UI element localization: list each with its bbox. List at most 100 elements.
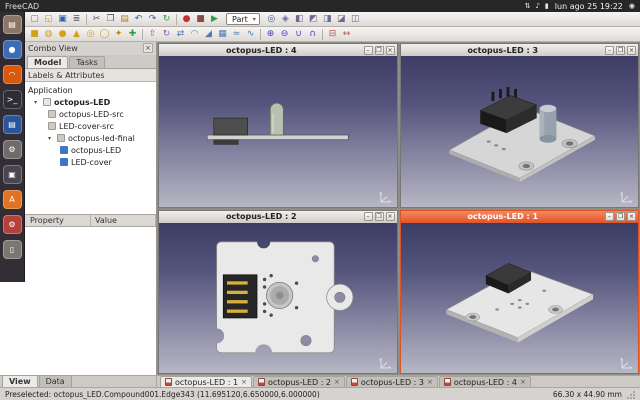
tab-view[interactable]: View <box>2 375 38 387</box>
power-icon[interactable]: ◉ <box>629 2 635 10</box>
network-icon[interactable]: ⇅ <box>525 2 531 10</box>
new-document-icon[interactable]: ▢ <box>28 13 41 26</box>
chamfer-icon[interactable]: ◢ <box>202 28 215 41</box>
tab-model[interactable]: Model <box>27 56 68 68</box>
bottom-view-icon[interactable]: ◫ <box>349 13 362 26</box>
viewport-3d[interactable] <box>401 56 639 207</box>
expander-icon[interactable]: ▾ <box>34 99 40 106</box>
boolean-icon[interactable]: ⊕ <box>264 28 277 41</box>
close-icon[interactable]: × <box>241 378 247 386</box>
viewport-3d[interactable] <box>159 223 397 374</box>
ruled-surface-icon[interactable]: ▦ <box>216 28 229 41</box>
cut-icon[interactable]: ✂ <box>90 13 103 26</box>
boolean-union-icon[interactable]: ∪ <box>292 28 305 41</box>
front-view-icon[interactable]: ◧ <box>293 13 306 26</box>
view-window-4-titlebar[interactable]: octopus-LED : 4 – ❐ × <box>159 44 397 56</box>
minimize-icon[interactable]: – <box>605 212 614 221</box>
macro-record-icon[interactable]: ● <box>180 13 193 26</box>
revolve-icon[interactable]: ↻ <box>160 28 173 41</box>
image-viewer-icon[interactable]: ▣ <box>3 165 22 184</box>
view-window-3-titlebar[interactable]: octopus-LED : 3 – ❐ × <box>401 44 639 56</box>
boolean-intersection-icon[interactable]: ∩ <box>306 28 319 41</box>
restore-icon[interactable]: ❐ <box>375 46 384 55</box>
extrude-icon[interactable]: ⇧ <box>146 28 159 41</box>
tree-item-document[interactable]: ▾ octopus-LED <box>28 96 156 108</box>
viewport-3d[interactable] <box>159 56 397 207</box>
terminal-icon[interactable]: >_ <box>3 90 22 109</box>
tree-item[interactable]: octopus-LED-src <box>28 108 156 120</box>
paste-icon[interactable]: ▤ <box>118 13 131 26</box>
close-icon[interactable]: × <box>386 46 395 55</box>
refresh-icon[interactable]: ↻ <box>160 13 173 26</box>
open-document-icon[interactable]: ◱ <box>42 13 55 26</box>
top-view-icon[interactable]: ◩ <box>307 13 320 26</box>
part-tube-icon[interactable]: ◯ <box>98 28 111 41</box>
minimize-icon[interactable]: – <box>364 46 373 55</box>
shape-builder-icon[interactable]: ✚ <box>126 28 139 41</box>
part-cylinder-icon[interactable]: ◍ <box>42 28 55 41</box>
tree-item[interactable]: ▾ octopus-led-final <box>28 132 156 144</box>
macro-play-icon[interactable]: ▶ <box>208 13 221 26</box>
document-tab-1[interactable]: octopus-LED : 1 × <box>160 376 252 387</box>
boolean-cut-icon[interactable]: ⊖ <box>278 28 291 41</box>
fit-all-icon[interactable]: ◎ <box>265 13 278 26</box>
sweep-icon[interactable]: ∿ <box>244 28 257 41</box>
right-view-icon[interactable]: ◨ <box>321 13 334 26</box>
web-browser-icon[interactable]: ● <box>3 40 22 59</box>
value-column-header[interactable]: Value <box>91 215 156 226</box>
undo-icon[interactable]: ↶ <box>132 13 145 26</box>
mirror-icon[interactable]: ⇄ <box>174 28 187 41</box>
section-icon[interactable]: ⊟ <box>326 28 339 41</box>
fillet-icon[interactable]: ◠ <box>188 28 201 41</box>
save-document-icon[interactable]: ▣ <box>56 13 69 26</box>
expander-icon[interactable]: ▾ <box>48 135 54 142</box>
part-torus-icon[interactable]: ◎ <box>84 28 97 41</box>
trash-icon[interactable]: ▯ <box>3 240 22 259</box>
viewport-3d[interactable] <box>401 223 639 374</box>
part-cone-icon[interactable]: ▲ <box>70 28 83 41</box>
loft-icon[interactable]: ≈ <box>230 28 243 41</box>
minimize-icon[interactable]: – <box>605 46 614 55</box>
measure-linear-icon[interactable]: ↔ <box>340 28 353 41</box>
clock[interactable]: lun ago 25 19:22 <box>555 2 623 11</box>
rear-view-icon[interactable]: ◪ <box>335 13 348 26</box>
restore-icon[interactable]: ❐ <box>616 46 625 55</box>
property-column-header[interactable]: Property <box>26 215 91 226</box>
close-icon[interactable]: × <box>334 378 340 386</box>
create-primitives-icon[interactable]: ✦ <box>112 28 125 41</box>
workbench-selector[interactable]: Part ▾ <box>226 13 260 25</box>
part-sphere-icon[interactable]: ● <box>56 28 69 41</box>
copy-icon[interactable]: ❐ <box>104 13 117 26</box>
session-menu[interactable]: ◉ <box>629 2 635 10</box>
document-tab-3[interactable]: octopus-LED : 3 × <box>346 376 438 387</box>
restore-icon[interactable]: ❐ <box>375 212 384 221</box>
tab-tasks[interactable]: Tasks <box>69 56 104 68</box>
tree-item[interactable]: LED-cover <box>28 156 156 168</box>
redo-icon[interactable]: ↷ <box>146 13 159 26</box>
print-icon[interactable]: ≣ <box>70 13 83 26</box>
restore-icon[interactable]: ❐ <box>616 212 625 221</box>
close-icon[interactable]: × <box>427 378 433 386</box>
view-window-1-titlebar[interactable]: octopus-LED : 1 – ❐ × <box>401 211 639 223</box>
firefox-icon[interactable]: ◠ <box>3 65 22 84</box>
close-icon[interactable]: × <box>520 378 526 386</box>
files-icon[interactable]: ▤ <box>3 15 22 34</box>
part-box-icon[interactable]: ■ <box>28 28 41 41</box>
document-tab-4[interactable]: octopus-LED : 4 × <box>439 376 531 387</box>
tree-item[interactable]: LED-cover-src <box>28 120 156 132</box>
document-tab-2[interactable]: octopus-LED : 2 × <box>253 376 345 387</box>
view-window-2-titlebar[interactable]: octopus-LED : 2 – ❐ × <box>159 211 397 223</box>
system-settings-icon[interactable]: ⚙ <box>3 140 22 159</box>
minimize-icon[interactable]: – <box>364 212 373 221</box>
freecad-icon[interactable]: ⚙ <box>3 215 22 234</box>
software-center-icon[interactable]: A <box>3 190 22 209</box>
close-icon[interactable]: × <box>143 43 153 53</box>
close-icon[interactable]: × <box>627 212 636 221</box>
close-icon[interactable]: × <box>627 46 636 55</box>
macro-stop-icon[interactable]: ■ <box>194 13 207 26</box>
axonometric-view-icon[interactable]: ◈ <box>279 13 292 26</box>
sound-icon[interactable]: ♪ <box>535 2 539 10</box>
close-icon[interactable]: × <box>386 212 395 221</box>
battery-icon[interactable]: ▮ <box>545 2 549 10</box>
tab-data[interactable]: Data <box>39 375 72 387</box>
